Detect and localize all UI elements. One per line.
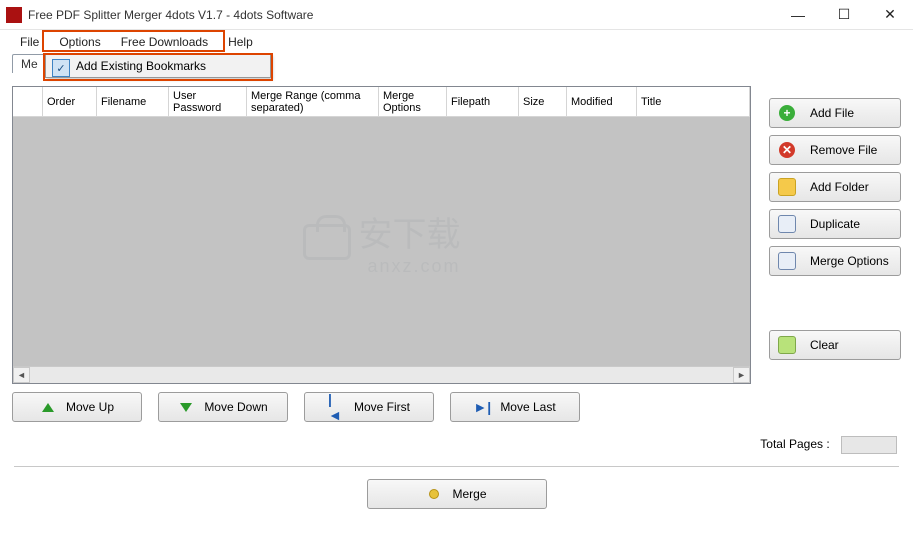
- duplicate-button[interactable]: Duplicate: [769, 209, 901, 239]
- column-header-filepath[interactable]: Filepath: [447, 87, 519, 116]
- scroll-left-button[interactable]: ◄: [13, 367, 30, 383]
- grid-header: Order Filename User Password Merge Range…: [13, 87, 750, 117]
- watermark-sub: anxz.com: [359, 256, 461, 277]
- merge-icon: [426, 486, 442, 502]
- watermark: 安下载 anxz.com: [303, 207, 461, 277]
- add-icon: +: [778, 104, 796, 122]
- button-label: Clear: [810, 338, 839, 352]
- button-label: Move Down: [204, 400, 267, 414]
- arrow-up-icon: [40, 399, 56, 415]
- options-icon: [778, 252, 796, 270]
- button-label: Add Folder: [810, 180, 869, 194]
- column-header[interactable]: [13, 87, 43, 116]
- total-pages-label: Total Pages :: [760, 437, 829, 451]
- dropdown-item-label: Add Existing Bookmarks: [76, 59, 206, 73]
- close-button[interactable]: ✕: [867, 0, 913, 30]
- merge-row: Merge: [0, 467, 913, 521]
- merge-options-button[interactable]: Merge Options: [769, 246, 901, 276]
- menubar: File Options Free Downloads Help: [0, 30, 913, 54]
- move-first-button[interactable]: |◄ Move First: [304, 392, 434, 422]
- column-header-merge-range[interactable]: Merge Range (comma separated): [247, 87, 379, 116]
- window-title: Free PDF Splitter Merger 4dots V1.7 - 4d…: [28, 8, 775, 22]
- clear-button[interactable]: Clear: [769, 330, 901, 360]
- move-up-button[interactable]: Move Up: [12, 392, 142, 422]
- last-icon: ►|: [474, 399, 490, 415]
- add-folder-button[interactable]: Add Folder: [769, 172, 901, 202]
- arrow-down-icon: [178, 399, 194, 415]
- column-header-user-password[interactable]: User Password: [169, 87, 247, 116]
- total-pages-row: Total Pages :: [0, 422, 913, 454]
- maximize-button[interactable]: ☐: [821, 0, 867, 30]
- options-dropdown: ✓ Add Existing Bookmarks: [45, 54, 271, 78]
- button-label: Add File: [810, 106, 854, 120]
- duplicate-icon: [778, 215, 796, 233]
- button-label: Move Up: [66, 400, 114, 414]
- dropdown-add-existing-bookmarks[interactable]: ✓ Add Existing Bookmarks: [46, 55, 270, 77]
- clear-icon: [778, 336, 796, 354]
- menu-free-downloads[interactable]: Free Downloads: [111, 32, 218, 52]
- button-label: Remove File: [810, 143, 877, 157]
- right-column: + Add File ✕ Remove File Add Folder Dupl…: [769, 86, 901, 422]
- button-label: Move Last: [500, 400, 555, 414]
- menu-file[interactable]: File: [10, 32, 49, 52]
- grid-body: 安下载 anxz.com: [13, 117, 750, 366]
- column-header-filename[interactable]: Filename: [97, 87, 169, 116]
- column-header-size[interactable]: Size: [519, 87, 567, 116]
- menu-help[interactable]: Help: [218, 32, 263, 52]
- titlebar: Free PDF Splitter Merger 4dots V1.7 - 4d…: [0, 0, 913, 30]
- button-label: Merge Options: [810, 254, 889, 268]
- app-icon: [6, 7, 22, 23]
- lock-icon: [303, 224, 351, 260]
- column-header-merge-options[interactable]: Merge Options: [379, 87, 447, 116]
- move-buttons-row: Move Up Move Down |◄ Move First ►| Move …: [12, 392, 751, 422]
- file-grid: Order Filename User Password Merge Range…: [12, 86, 751, 384]
- button-label: Move First: [354, 400, 410, 414]
- remove-file-button[interactable]: ✕ Remove File: [769, 135, 901, 165]
- column-header-order[interactable]: Order: [43, 87, 97, 116]
- menu-options[interactable]: Options: [49, 32, 110, 52]
- watermark-text: 安下载: [359, 216, 461, 254]
- main-area: Order Filename User Password Merge Range…: [0, 76, 913, 422]
- tab-merge[interactable]: Me: [12, 54, 47, 73]
- column-header-modified[interactable]: Modified: [567, 87, 637, 116]
- left-column: Order Filename User Password Merge Range…: [12, 86, 751, 422]
- folder-icon: [778, 178, 796, 196]
- column-header-title[interactable]: Title: [637, 87, 750, 116]
- window-controls: — ☐ ✕: [775, 0, 913, 30]
- scroll-right-button[interactable]: ►: [733, 367, 750, 383]
- button-label: Merge: [452, 487, 486, 501]
- move-last-button[interactable]: ►| Move Last: [450, 392, 580, 422]
- spacer: [769, 283, 901, 323]
- button-label: Duplicate: [810, 217, 860, 231]
- remove-icon: ✕: [778, 141, 796, 159]
- minimize-button[interactable]: —: [775, 0, 821, 30]
- move-down-button[interactable]: Move Down: [158, 392, 288, 422]
- scroll-track[interactable]: [30, 367, 733, 383]
- horizontal-scrollbar[interactable]: ◄ ►: [13, 366, 750, 383]
- total-pages-value: [841, 436, 897, 454]
- first-icon: |◄: [328, 399, 344, 415]
- add-file-button[interactable]: + Add File: [769, 98, 901, 128]
- checkmark-icon: ✓: [52, 59, 70, 77]
- merge-button[interactable]: Merge: [367, 479, 547, 509]
